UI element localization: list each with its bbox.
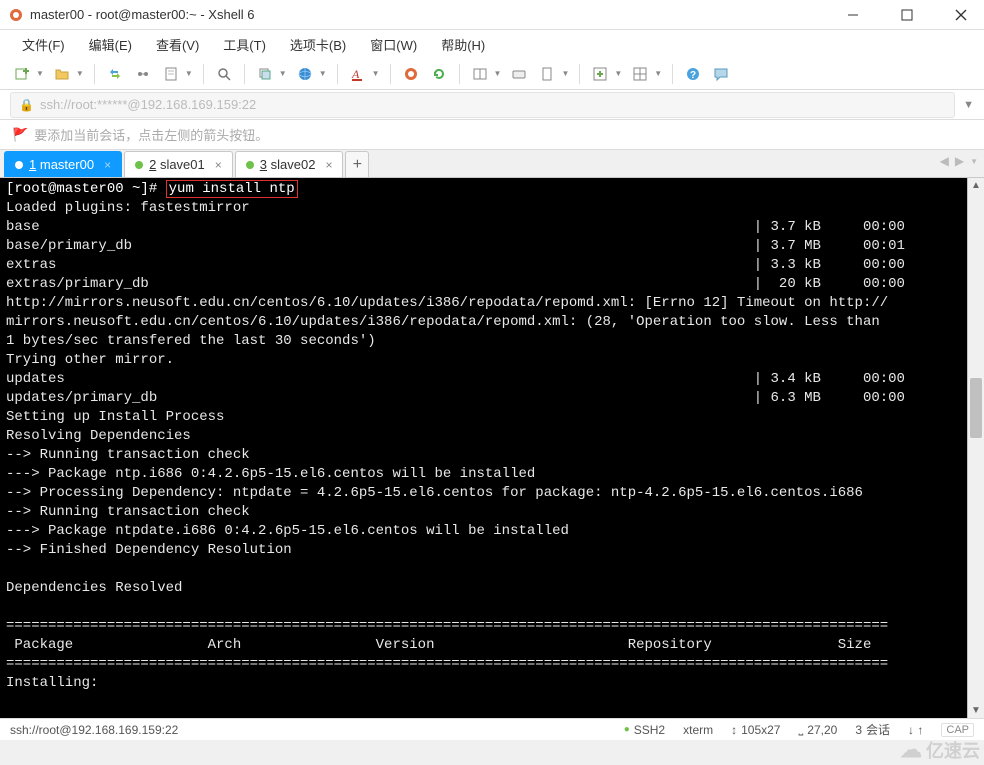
copy-icon[interactable] bbox=[253, 62, 277, 86]
hint-text: 要添加当前会话，点击左侧的箭头按钮。 bbox=[34, 125, 268, 144]
toolbar: ▼ ▼ ▼ ▼ ▼ A ▼ ▼ ▼ ▼ ▼ ? bbox=[0, 58, 984, 90]
status-dot-icon bbox=[15, 161, 23, 169]
font-color-icon[interactable]: A bbox=[346, 62, 370, 86]
dropdown-icon[interactable]: ▼ bbox=[654, 69, 662, 78]
window-title: master00 - root@master00:~ - Xshell 6 bbox=[30, 7, 838, 22]
cloud-icon: ☁ bbox=[900, 737, 922, 763]
tab-number: 3 bbox=[260, 157, 267, 172]
scrollbar[interactable]: ▲ ▼ bbox=[967, 178, 984, 718]
properties-icon[interactable] bbox=[159, 62, 183, 86]
lock-icon: 🔒 bbox=[19, 98, 34, 112]
dropdown-icon[interactable]: ▼ bbox=[614, 69, 622, 78]
grid-icon[interactable] bbox=[628, 62, 652, 86]
flag-icon: 🚩 bbox=[12, 127, 28, 143]
terminal[interactable]: [root@master00 ~]# yum install ntp Loade… bbox=[0, 178, 967, 718]
new-session-icon[interactable] bbox=[10, 62, 34, 86]
columns-icon[interactable] bbox=[468, 62, 492, 86]
status-sessions-count: 3 bbox=[855, 723, 862, 737]
status-dot-icon bbox=[135, 161, 143, 169]
menu-edit[interactable]: 编辑(E) bbox=[79, 32, 142, 57]
disconnect-icon[interactable] bbox=[131, 62, 155, 86]
add-tab-button[interactable]: + bbox=[345, 151, 369, 177]
tab-slave01[interactable]: 2 slave01 × bbox=[124, 151, 233, 177]
connection-text: ssh://root:******@192.168.169.159:22 bbox=[40, 97, 256, 112]
dropdown-icon[interactable]: ▼ bbox=[36, 69, 44, 78]
status-term: xterm bbox=[683, 723, 713, 737]
close-button[interactable] bbox=[946, 3, 976, 27]
tab-menu-icon[interactable]: ▼ bbox=[970, 157, 978, 166]
status-cap: CAP bbox=[941, 723, 974, 737]
status-dot-icon bbox=[246, 161, 254, 169]
app-icon bbox=[8, 7, 24, 23]
scrollbar-thumb[interactable] bbox=[970, 378, 982, 438]
globe-icon[interactable] bbox=[293, 62, 317, 86]
session-hint-bar: 🚩 要添加当前会话，点击左侧的箭头按钮。 bbox=[0, 120, 984, 150]
tile-add-icon[interactable] bbox=[588, 62, 612, 86]
dropdown-icon[interactable]: ▼ bbox=[372, 69, 380, 78]
tab-label: slave02 bbox=[271, 157, 316, 172]
title-bar: master00 - root@master00:~ - Xshell 6 bbox=[0, 0, 984, 30]
menu-file[interactable]: 文件(F) bbox=[12, 32, 75, 57]
status-sessions: 会话 bbox=[866, 721, 890, 738]
scroll-up-icon[interactable]: ▲ bbox=[968, 180, 984, 191]
dropdown-icon[interactable]: ▼ bbox=[494, 69, 502, 78]
menu-help[interactable]: 帮助(H) bbox=[431, 32, 495, 57]
svg-text:A: A bbox=[351, 67, 360, 81]
dropdown-icon[interactable]: ▼ bbox=[185, 69, 193, 78]
doc-icon[interactable] bbox=[535, 62, 559, 86]
xshell-icon[interactable] bbox=[399, 62, 423, 86]
tab-label: master00 bbox=[40, 157, 94, 172]
search-icon[interactable] bbox=[212, 62, 236, 86]
chevron-down-icon[interactable]: ▼ bbox=[963, 99, 974, 111]
tab-number: 2 bbox=[149, 157, 156, 172]
connection-bar: 🔒 ssh://root:******@192.168.169.159:22 ▼ bbox=[0, 90, 984, 120]
menu-view[interactable]: 查看(V) bbox=[146, 32, 209, 57]
status-size: 105x27 bbox=[741, 723, 780, 737]
help-icon[interactable]: ? bbox=[681, 62, 705, 86]
connection-input[interactable]: 🔒 ssh://root:******@192.168.169.159:22 bbox=[10, 92, 955, 118]
status-pos: 27,20 bbox=[807, 723, 837, 737]
dropdown-icon[interactable]: ▼ bbox=[319, 69, 327, 78]
watermark: ☁ 亿速云 bbox=[900, 737, 980, 763]
status-proto: SSH2 bbox=[634, 723, 665, 737]
maximize-button[interactable] bbox=[892, 3, 922, 27]
tab-prev-icon[interactable]: ◀ bbox=[940, 154, 949, 168]
chat-icon[interactable] bbox=[709, 62, 733, 86]
tab-label: slave01 bbox=[160, 157, 205, 172]
close-tab-icon[interactable]: × bbox=[215, 158, 222, 172]
refresh-icon[interactable] bbox=[427, 62, 451, 86]
tab-master00[interactable]: 1 master00 × bbox=[4, 151, 122, 177]
tab-strip: 1 master00 × 2 slave01 × 3 slave02 × + ◀… bbox=[0, 150, 984, 178]
status-bar: ssh://root@192.168.169.159:22 ● SSH2 xter… bbox=[0, 718, 984, 740]
close-tab-icon[interactable]: × bbox=[104, 158, 111, 172]
watermark-text: 亿速云 bbox=[926, 737, 980, 763]
size-icon: ↕ bbox=[731, 723, 737, 737]
dropdown-icon[interactable]: ▼ bbox=[279, 69, 287, 78]
transfer-icon[interactable] bbox=[103, 62, 127, 86]
terminal-pane: [root@master00 ~]# yum install ntp Loade… bbox=[0, 178, 984, 718]
pos-icon: ⎵ bbox=[798, 722, 803, 737]
keyboard-icon[interactable] bbox=[507, 62, 531, 86]
menu-tab[interactable]: 选项卡(B) bbox=[280, 32, 356, 57]
status-connection: ssh://root@192.168.169.159:22 bbox=[10, 723, 178, 737]
scroll-down-icon[interactable]: ▼ bbox=[968, 705, 984, 716]
menu-bar: 文件(F) 编辑(E) 查看(V) 工具(T) 选项卡(B) 窗口(W) 帮助(… bbox=[0, 30, 984, 58]
status-online-icon: ● bbox=[624, 724, 630, 735]
menu-tools[interactable]: 工具(T) bbox=[213, 32, 276, 57]
dropdown-icon[interactable]: ▼ bbox=[76, 69, 84, 78]
minimize-button[interactable] bbox=[838, 3, 868, 27]
menu-window[interactable]: 窗口(W) bbox=[360, 32, 427, 57]
tab-number: 1 bbox=[29, 157, 36, 172]
close-tab-icon[interactable]: × bbox=[325, 158, 332, 172]
tab-slave02[interactable]: 3 slave02 × bbox=[235, 151, 344, 177]
svg-text:?: ? bbox=[690, 70, 696, 81]
open-icon[interactable] bbox=[50, 62, 74, 86]
dropdown-icon[interactable]: ▼ bbox=[561, 69, 569, 78]
tab-next-icon[interactable]: ▶ bbox=[955, 154, 964, 168]
